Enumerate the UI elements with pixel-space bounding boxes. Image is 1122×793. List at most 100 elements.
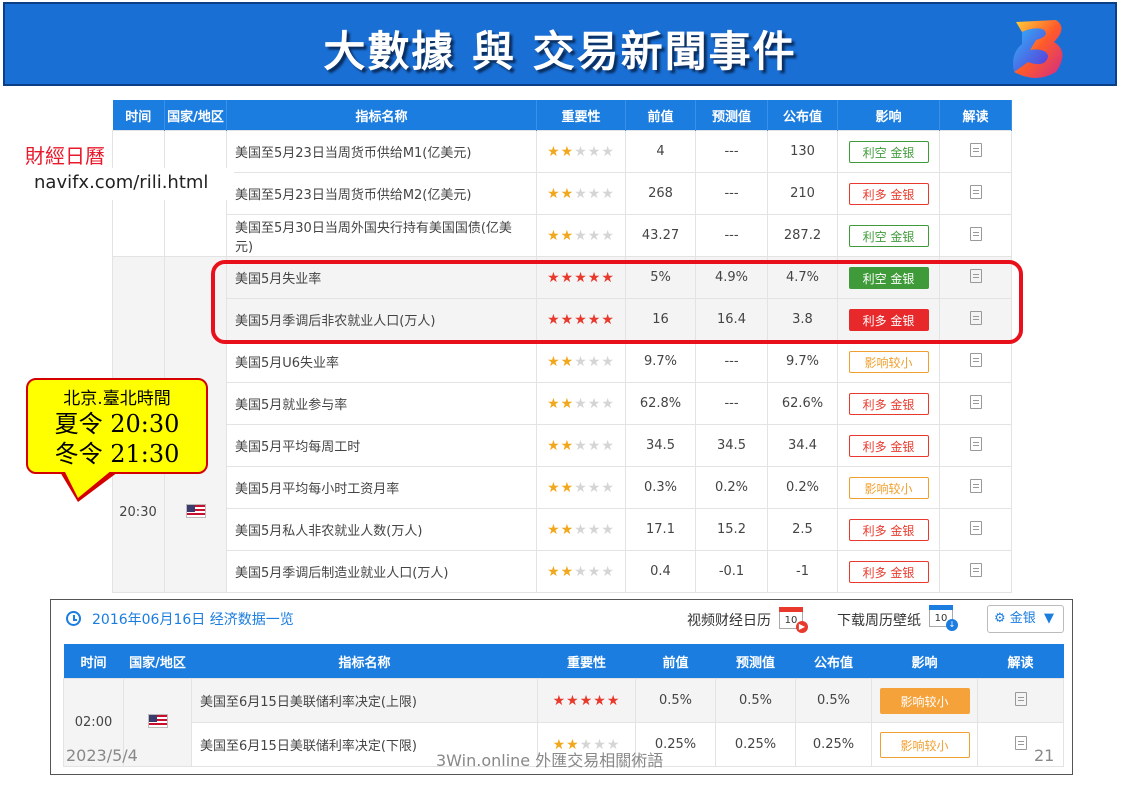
forecast-value: ---: [695, 172, 768, 215]
indicator-name[interactable]: 美国5月平均每小时工资月率: [226, 466, 537, 509]
indicator-name[interactable]: 美国至5月30日当周外国央行持有美国国债(亿美元): [226, 214, 537, 257]
previous-value: 17.1: [625, 508, 696, 551]
forecast-value: -0.1: [695, 550, 768, 593]
star-icon: ★: [547, 563, 561, 580]
indicator-name[interactable]: 美国5月U6失业率: [226, 340, 537, 383]
importance-cell: ★★★★★: [536, 172, 626, 215]
document-icon[interactable]: [969, 352, 982, 367]
importance-stars: ★★★★★: [547, 564, 615, 580]
col-header-forecast: 预测值: [715, 644, 796, 679]
col-header-country: 国家/地区: [164, 100, 227, 131]
indicator-name[interactable]: 美国5月私人非农就业人数(万人): [226, 508, 537, 551]
wallpaper-calendar-icon[interactable]: 10 ↓: [929, 605, 958, 631]
impact-cell: 利多 金银: [837, 508, 940, 551]
actual-value: 0.2%: [767, 466, 838, 509]
panel-date-title: 2016年06月16日 经济数据一览: [92, 612, 294, 628]
star-icon: ★: [579, 692, 594, 709]
star-icon: ★: [587, 353, 602, 370]
indicator-name[interactable]: 美国5月平均每周工时: [226, 424, 537, 467]
footer-date: 2023/5/4: [66, 746, 138, 765]
interpretation-cell: [939, 130, 1012, 173]
star-icon: ★: [587, 395, 602, 412]
indicator-name[interactable]: 美国5月就业参与率: [226, 382, 537, 425]
video-calendar-icon[interactable]: 10 ▶: [779, 607, 808, 633]
star-icon: ★: [547, 437, 561, 454]
forecast-value: 0.5%: [715, 678, 796, 723]
indicator-name[interactable]: 美国至5月23日当周货币供给M1(亿美元): [226, 130, 537, 173]
importance-stars: ★★★★★: [547, 354, 615, 370]
importance-stars: ★★★★★: [547, 228, 615, 244]
col-header-impact: 影响: [871, 644, 978, 679]
filter-label: 金银: [1009, 611, 1036, 626]
col-header-importance: 重要性: [537, 644, 636, 679]
importance-stars: ★★★★★: [547, 480, 615, 496]
star-icon: ★: [587, 185, 602, 202]
star-icon: ★: [574, 353, 588, 370]
star-icon: ★: [574, 521, 588, 538]
forecast-value: ---: [695, 382, 768, 425]
star-icon: ★: [601, 185, 615, 202]
indicator-name[interactable]: 美国至5月23日当周货币供给M2(亿美元): [226, 172, 537, 215]
forecast-value: ---: [695, 214, 768, 257]
impact-badge: 影响较小: [848, 350, 929, 373]
impact-cell: 影响较小: [837, 466, 940, 509]
document-icon[interactable]: [969, 562, 982, 577]
document-icon[interactable]: [969, 184, 982, 199]
importance-cell: ★★★★★: [536, 550, 626, 593]
impact-badge: 利空 金银: [848, 224, 929, 247]
importance-cell: ★★★★★: [536, 466, 626, 509]
download-badge-icon: ↓: [946, 619, 958, 631]
document-icon[interactable]: [1014, 691, 1027, 706]
star-icon: ★: [547, 521, 561, 538]
table-row: 美国5月就业参与率 ★★★★★ 62.8% --- 62.6% 利多 金银: [113, 382, 1012, 425]
previous-value: 62.8%: [625, 382, 696, 425]
table-header-row: 时间 国家/地区 指标名称 重要性 前值 预测值 公布值 影响 解读: [63, 644, 1064, 679]
actual-value: 210: [767, 172, 838, 215]
document-icon[interactable]: [969, 226, 982, 241]
star-icon: ★: [560, 353, 575, 370]
importance-stars: ★★★★★: [553, 693, 621, 709]
document-icon[interactable]: [1014, 735, 1027, 750]
actual-value: -1: [767, 550, 838, 593]
forecast-value: 34.5: [695, 424, 768, 467]
impact-badge: 利多 金银: [848, 392, 929, 415]
impact-cell: 利多 金银: [837, 424, 940, 467]
commodity-filter-dropdown[interactable]: ⚙ 金银 ▼: [987, 605, 1064, 633]
us-flag-icon: [186, 504, 206, 518]
brand-logo-icon: [1013, 20, 1063, 78]
star-icon: ★: [560, 563, 575, 580]
previous-value: 0.5%: [635, 678, 716, 723]
wallpaper-download-link[interactable]: 下载周历壁纸: [837, 610, 921, 630]
col-header-actual: 公布值: [795, 644, 872, 679]
us-flag-icon: [147, 713, 168, 728]
indicator-name[interactable]: 美国5月季调后制造业就业人口(万人): [226, 550, 537, 593]
interpretation-cell: [939, 382, 1012, 425]
star-icon: ★: [574, 143, 588, 160]
table-row: 美国5月季调后制造业就业人口(万人) ★★★★★ 0.4 -0.1 -1 利多 金银: [113, 550, 1012, 593]
table-row: 美国至5月23日当周货币供给M1(亿美元) ★★★★★ 4 --- 130 利空 金银: [112, 130, 1012, 257]
actual-value: 62.6%: [767, 382, 838, 425]
importance-stars: ★★★★★: [547, 522, 615, 538]
star-icon: ★: [552, 692, 567, 709]
col-header-time: 时间: [63, 644, 124, 679]
importance-stars: ★★★★★: [547, 438, 615, 454]
dropdown-arrow-icon: ▼: [1043, 611, 1054, 626]
interpretation-cell: [939, 550, 1012, 593]
table-row: 02:00 美国至6月15日美联储利率决定(上限) ★★★★★ 0.5% 0.5% 0.5…: [63, 678, 1064, 767]
document-icon[interactable]: [969, 478, 982, 493]
document-icon[interactable]: [969, 394, 982, 409]
document-icon[interactable]: [969, 520, 982, 535]
table-row: 美国5月U6失业率 ★★★★★ 9.7% --- 9.7% 影响较小: [113, 340, 1012, 383]
star-icon: ★: [547, 353, 561, 370]
interpretation-cell: [939, 214, 1012, 257]
interpretation-cell: [977, 678, 1064, 723]
indicator-name[interactable]: 美国至6月15日美联储利率决定(上限): [191, 678, 538, 723]
video-calendar-link[interactable]: 视频财经日历: [687, 610, 771, 630]
economic-calendar-table: 时间 国家/地区 指标名称 重要性 前值 预测值 公布值 影响 解读 美国至5月…: [112, 100, 1012, 593]
interpretation-cell: [939, 466, 1012, 509]
impact-cell: 影响较小: [871, 722, 978, 767]
document-icon[interactable]: [969, 142, 982, 157]
impact-badge: 利多 金银: [848, 518, 929, 541]
star-icon: ★: [593, 692, 607, 709]
document-icon[interactable]: [969, 436, 982, 451]
